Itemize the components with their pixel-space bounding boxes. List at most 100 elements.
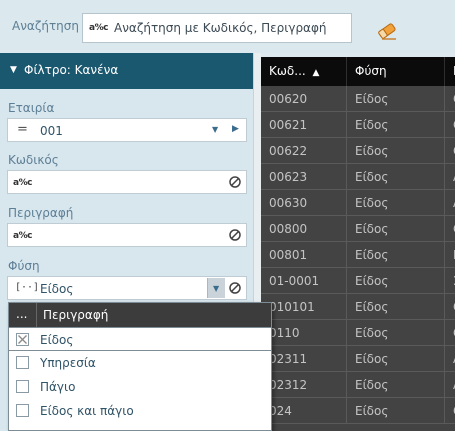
- table-row[interactable]: 00623ΕίδοςΑ: [261, 164, 455, 190]
- cell-code: 010101: [261, 294, 347, 320]
- cell-extra: Π: [445, 242, 455, 268]
- cell-extra: Ο: [445, 216, 455, 242]
- checkbox-checked-icon[interactable]: [16, 333, 29, 346]
- cell-extra: Ο: [445, 112, 455, 138]
- cell-nature: Είδος: [347, 164, 445, 190]
- company-label: Εταιρία: [8, 101, 55, 115]
- pattern-match-icon: a%c: [13, 231, 32, 241]
- select-all-button[interactable]: ...: [16, 307, 27, 321]
- column-header-code[interactable]: Κωδ... ▲: [261, 57, 347, 86]
- table-row[interactable]: 00620ΕίδοςΟ: [261, 86, 455, 112]
- checkbox-icon[interactable]: [16, 356, 29, 369]
- nature-label: Φύση: [8, 259, 40, 273]
- cell-extra: Ο: [445, 138, 455, 164]
- table-row[interactable]: 00800ΕίδοςΟ: [261, 216, 455, 242]
- filter-title: Φίλτρο: Κανένα: [24, 63, 119, 77]
- cell-code: 02312: [261, 372, 347, 398]
- eraser-icon[interactable]: [376, 22, 398, 43]
- pattern-match-icon: a%c: [89, 23, 108, 33]
- company-field[interactable]: = 001 ▼ ▶: [7, 118, 247, 142]
- dropdown-option-label: Είδος και πάγιο: [40, 404, 134, 418]
- blocked-icon[interactable]: [229, 176, 241, 191]
- dropdown-button[interactable]: ▼: [207, 278, 225, 298]
- cell-nature: Είδος: [347, 242, 445, 268]
- cell-extra: Ο: [445, 86, 455, 112]
- cell-extra: Ο: [445, 294, 455, 320]
- cell-nature: Είδος: [347, 268, 445, 294]
- blocked-icon[interactable]: [229, 282, 241, 297]
- description-field[interactable]: a%c: [7, 223, 247, 247]
- column-header-label: Κωδ...: [269, 64, 306, 78]
- checkbox-icon[interactable]: [16, 404, 29, 417]
- dropdown-option-label: Είδος: [40, 333, 74, 347]
- cell-code: 00623: [261, 164, 347, 190]
- equals-operator: =: [17, 122, 28, 137]
- nature-dropdown-list: ... Περιγραφή Είδος Υπηρεσία Πάγιο Είδος κα…: [8, 302, 272, 431]
- column-header-nature[interactable]: Φύση: [347, 57, 445, 86]
- dropdown-option-label: Πάγιο: [40, 380, 76, 394]
- cell-nature: Είδος: [347, 372, 445, 398]
- checkbox-icon[interactable]: [16, 380, 29, 393]
- nature-field[interactable]: [··] Είδος ▼: [7, 276, 247, 300]
- cell-extra: Α: [445, 190, 455, 216]
- dropdown-option[interactable]: Είδος: [9, 327, 271, 351]
- cell-code: 02311: [261, 346, 347, 372]
- column-header-extra[interactable]: Π: [445, 57, 455, 86]
- cell-nature: Είδος: [347, 320, 445, 346]
- cell-nature: Είδος: [347, 138, 445, 164]
- table-row[interactable]: 01-0001ΕίδοςΣ: [261, 268, 455, 294]
- cell-nature: Είδος: [347, 86, 445, 112]
- cell-extra: Ο: [445, 398, 455, 424]
- cell-code: 00800: [261, 216, 347, 242]
- cell-extra: Ο: [445, 320, 455, 346]
- filter-header[interactable]: ▼ Φίλτρο: Κανένα: [0, 53, 253, 89]
- cell-nature: Είδος: [347, 346, 445, 372]
- pattern-match-icon: a%c: [13, 178, 32, 188]
- code-field[interactable]: a%c: [7, 170, 247, 194]
- cell-code: 00620: [261, 86, 347, 112]
- search-input-text: Αναζήτηση με Κωδικός, Περιγραφή: [114, 21, 327, 35]
- search-label: Αναζήτηση: [12, 19, 79, 33]
- cell-code: 024: [261, 398, 347, 424]
- collapse-arrow-icon: ▼: [10, 65, 17, 75]
- table-row[interactable]: 02312ΕίδοςΑ: [261, 372, 455, 398]
- company-value: 001: [40, 124, 63, 138]
- data-grid: Κωδ... ▲ Φύση Π 00620ΕίδοςΟ00621ΕίδοςΟ00…: [261, 57, 455, 431]
- cell-code: 00622: [261, 138, 347, 164]
- search-input[interactable]: a%c Αναζήτηση με Κωδικός, Περιγραφή: [82, 13, 352, 43]
- table-row[interactable]: 02311ΕίδοςΑ: [261, 346, 455, 372]
- dropdown-option[interactable]: Υπηρεσία: [9, 351, 271, 375]
- dropdown-option[interactable]: Είδος και πάγιο: [9, 399, 271, 423]
- cell-code: 0110: [261, 320, 347, 346]
- cell-nature: Είδος: [347, 294, 445, 320]
- table-row[interactable]: 00621ΕίδοςΟ: [261, 112, 455, 138]
- cell-extra: Α: [445, 164, 455, 190]
- multiselect-icon: [··]: [15, 282, 40, 293]
- nature-value: Είδος: [40, 282, 74, 296]
- cell-code: 01-0001: [261, 268, 347, 294]
- table-row[interactable]: 0110ΕίδοςΟ: [261, 320, 455, 346]
- blocked-icon[interactable]: [229, 229, 241, 244]
- table-row[interactable]: 00630ΕίδοςΑ: [261, 190, 455, 216]
- dropdown-option[interactable]: Πάγιο: [9, 375, 271, 399]
- header-divider: [36, 303, 37, 327]
- cell-code: 00621: [261, 112, 347, 138]
- dropdown-header: ... Περιγραφή: [9, 303, 271, 327]
- grid-header: Κωδ... ▲ Φύση Π: [261, 57, 455, 86]
- code-label: Κωδικός: [8, 153, 59, 167]
- cell-nature: Είδος: [347, 398, 445, 424]
- chevron-down-icon: ▼: [213, 284, 220, 293]
- table-row[interactable]: 00801ΕίδοςΠ: [261, 242, 455, 268]
- table-row[interactable]: 00622ΕίδοςΟ: [261, 138, 455, 164]
- cell-nature: Είδος: [347, 112, 445, 138]
- column-header-label: Φύση: [355, 64, 387, 78]
- sort-asc-icon: ▲: [312, 68, 320, 78]
- cell-extra: Α: [445, 372, 455, 398]
- table-row[interactable]: 024ΕίδοςΟ: [261, 398, 455, 424]
- dropdown-column-label: Περιγραφή: [43, 308, 109, 322]
- cell-extra: Σ: [445, 268, 455, 294]
- cell-nature: Είδος: [347, 216, 445, 242]
- chevron-right-icon[interactable]: ▶: [232, 124, 239, 134]
- chevron-down-icon[interactable]: ▼: [212, 125, 218, 134]
- table-row[interactable]: 010101ΕίδοςΟ: [261, 294, 455, 320]
